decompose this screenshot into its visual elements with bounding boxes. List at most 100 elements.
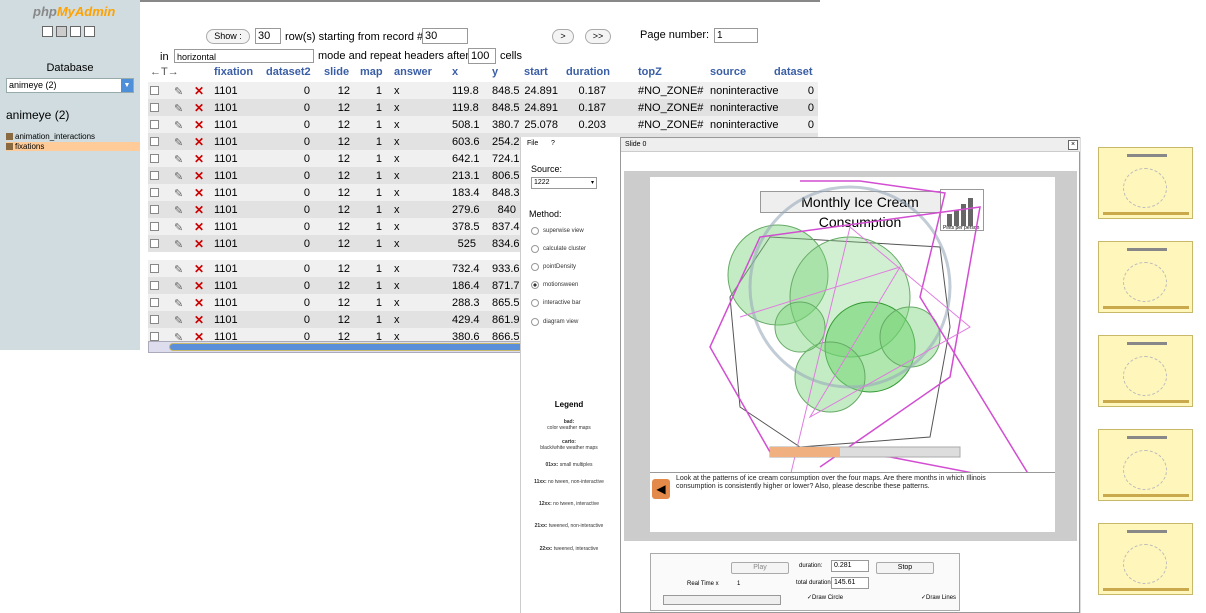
play-button[interactable]: Play: [731, 562, 789, 574]
last-page-button[interactable]: >>: [585, 29, 611, 44]
column-dataset2[interactable]: dataset2: [266, 66, 311, 78]
source-select[interactable]: 1222 ▾: [531, 177, 597, 189]
row-checkbox[interactable]: [150, 239, 159, 248]
column-dataset[interactable]: dataset: [774, 66, 813, 78]
home-icon[interactable]: [42, 26, 53, 37]
row-checkbox[interactable]: [150, 120, 159, 129]
menu-help[interactable]: ?: [551, 140, 555, 147]
delete-icon[interactable]: ✕: [194, 118, 204, 132]
docs-icon[interactable]: [70, 26, 81, 37]
slide-thumbnail[interactable]: [1098, 147, 1193, 219]
column-answer[interactable]: answer: [394, 66, 432, 78]
speed-slider[interactable]: [663, 595, 781, 605]
delete-icon[interactable]: ✕: [194, 203, 204, 217]
column-topz[interactable]: topZ: [638, 66, 662, 78]
delete-icon[interactable]: ✕: [194, 296, 204, 310]
edit-icon[interactable]: ✎: [174, 187, 183, 200]
radio-calculate-cluster[interactable]: [531, 245, 539, 253]
table-row[interactable]: ✎ ✕ 1101 0 12 1 x 119.8 848.5 24.891 0.187 #NO_ZONE…: [148, 99, 818, 116]
table-row[interactable]: ✎ ✕ 1101 0 12 1 x 508.1 380.7 25.078 0.203 #NO_ZONE…: [148, 116, 818, 133]
slide-thumbnail[interactable]: [1098, 335, 1193, 407]
edit-icon[interactable]: ✎: [174, 204, 183, 217]
speaker-icon[interactable]: ◀: [652, 479, 670, 499]
column-fixation[interactable]: fixation: [214, 66, 253, 78]
column-source[interactable]: source: [710, 66, 746, 78]
edit-icon[interactable]: ✎: [174, 102, 183, 115]
close-icon[interactable]: ×: [1068, 140, 1078, 150]
row-checkbox[interactable]: [150, 137, 159, 146]
sort-arrows-icon[interactable]: ←T→: [150, 66, 179, 78]
delete-icon[interactable]: ✕: [194, 101, 204, 115]
radio-superwise-view[interactable]: [531, 227, 539, 235]
column-y[interactable]: y: [492, 66, 498, 78]
edit-icon[interactable]: ✎: [174, 221, 183, 234]
sql-docs-icon[interactable]: [84, 26, 95, 37]
query-window-icon[interactable]: [56, 26, 67, 37]
next-page-button[interactable]: >: [552, 29, 574, 44]
delete-icon[interactable]: ✕: [194, 220, 204, 234]
draw-lines-checkbox[interactable]: ✓Draw Lines: [921, 594, 956, 601]
column-map[interactable]: map: [360, 66, 383, 78]
delete-icon[interactable]: ✕: [194, 169, 204, 183]
delete-icon[interactable]: ✕: [194, 135, 204, 149]
database-name[interactable]: animeye (2): [6, 108, 69, 122]
row-checkbox[interactable]: [150, 264, 159, 273]
row-checkbox[interactable]: [150, 171, 159, 180]
edit-icon[interactable]: ✎: [174, 136, 183, 149]
radio-interactive-bar[interactable]: [531, 299, 539, 307]
delete-icon[interactable]: ✕: [194, 237, 204, 251]
radio-point-density[interactable]: [531, 263, 539, 271]
delete-icon[interactable]: ✕: [194, 313, 204, 327]
database-select[interactable]: animeye (2) ▼: [6, 78, 134, 93]
show-button[interactable]: Show :: [206, 29, 250, 44]
table-link-animation-interactions[interactable]: animation_interactions: [6, 132, 95, 141]
edit-icon[interactable]: ✎: [174, 85, 183, 98]
delete-icon[interactable]: ✕: [194, 262, 204, 276]
row-checkbox[interactable]: [150, 315, 159, 324]
edit-icon[interactable]: ✎: [174, 263, 183, 276]
row-checkbox[interactable]: [150, 154, 159, 163]
draw-circle-checkbox[interactable]: ✓Draw Circle: [807, 594, 843, 601]
rows-input[interactable]: 30: [255, 28, 281, 44]
row-checkbox[interactable]: [150, 103, 159, 112]
slide-canvas[interactable]: Monthly Ice Cream Consumption Pints per …: [650, 177, 1055, 532]
delete-icon[interactable]: ✕: [194, 152, 204, 166]
record-input[interactable]: 30: [422, 28, 468, 44]
delete-icon[interactable]: ✕: [194, 279, 204, 293]
edit-icon[interactable]: ✎: [174, 238, 183, 251]
window-titlebar[interactable]: Slide 0 ×: [621, 138, 1081, 152]
menu-file[interactable]: File: [527, 140, 538, 147]
total-duration-field[interactable]: 145.61: [831, 577, 869, 589]
row-checkbox[interactable]: [150, 205, 159, 214]
column-x[interactable]: x: [452, 66, 458, 78]
repeat-cells-input[interactable]: 100: [468, 48, 496, 64]
duration-field[interactable]: 0.281: [831, 560, 869, 572]
slide-thumbnail[interactable]: [1098, 429, 1193, 501]
row-checkbox[interactable]: [150, 188, 159, 197]
row-checkbox[interactable]: [150, 332, 159, 341]
edit-icon[interactable]: ✎: [174, 314, 183, 327]
edit-icon[interactable]: ✎: [174, 280, 183, 293]
column-duration[interactable]: duration: [566, 66, 610, 78]
row-checkbox[interactable]: [150, 298, 159, 307]
display-mode-select[interactable]: horizontal: [174, 49, 314, 63]
edit-icon[interactable]: ✎: [174, 170, 183, 183]
row-checkbox[interactable]: [150, 281, 159, 290]
phpmyadmin-logo[interactable]: phpMyAdmin: [33, 4, 115, 19]
table-row[interactable]: ✎ ✕ 1101 0 12 1 x 119.8 848.5 24.891 0.187 #NO_ZONE…: [148, 82, 818, 99]
radio-diagram-view[interactable]: [531, 318, 539, 326]
delete-icon[interactable]: ✕: [194, 84, 204, 98]
stop-button[interactable]: Stop: [876, 562, 934, 574]
edit-icon[interactable]: ✎: [174, 297, 183, 310]
delete-icon[interactable]: ✕: [194, 186, 204, 200]
edit-icon[interactable]: ✎: [174, 119, 183, 132]
row-checkbox[interactable]: [150, 222, 159, 231]
radio-motionsween[interactable]: [531, 281, 539, 289]
column-slide[interactable]: slide: [324, 66, 349, 78]
row-checkbox[interactable]: [150, 86, 159, 95]
table-link-fixations[interactable]: fixations: [6, 142, 140, 151]
page-number-select[interactable]: 1: [714, 28, 758, 43]
edit-icon[interactable]: ✎: [174, 153, 183, 166]
slide-thumbnail[interactable]: [1098, 523, 1193, 595]
column-start[interactable]: start: [524, 66, 548, 78]
